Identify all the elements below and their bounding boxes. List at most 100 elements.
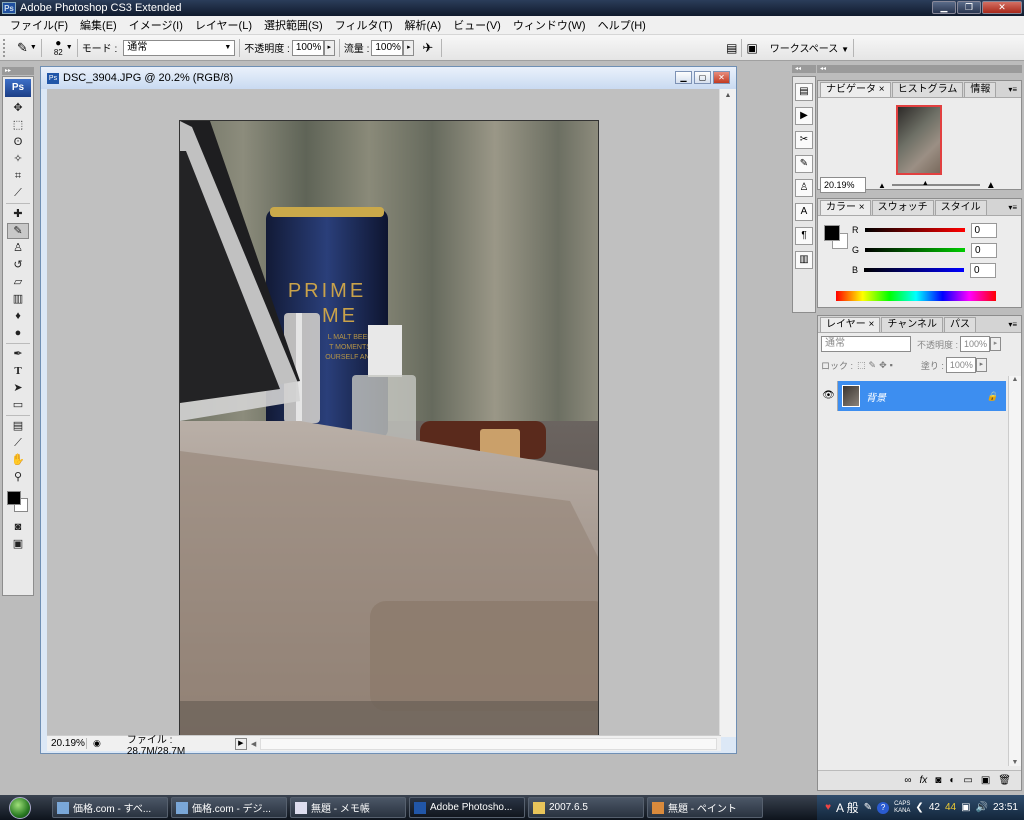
ime-indicator[interactable]: A 般 <box>836 799 859 816</box>
task-notepad[interactable]: 無題 - メモ帳 <box>290 797 406 818</box>
workspace-menu[interactable]: ワークスペース ▼ <box>770 40 849 55</box>
navigator-zoom-slider[interactable]: ▲ <box>891 180 980 187</box>
toolbox-grip[interactable]: ▸▸ <box>2 67 34 75</box>
zoom-level[interactable]: 20.19% <box>47 738 87 749</box>
document-photo[interactable]: PRIME ME L MALT BEER T MOMENTS OURSELF A… <box>179 120 599 747</box>
screen-mode-icon[interactable]: ▣ <box>7 536 29 552</box>
menu-analysis[interactable]: 解析(A) <box>399 17 448 33</box>
scroll-up-icon[interactable]: ▲ <box>1009 376 1021 383</box>
delete-layer-icon[interactable]: 🗑 <box>998 775 1011 786</box>
document-vertical-scrollbar[interactable]: ▲ <box>719 89 736 737</box>
history-brush-icon[interactable]: ↺ <box>7 257 29 273</box>
doc-maximize-button[interactable]: ▢ <box>694 71 711 84</box>
menu-layer[interactable]: レイヤー(L) <box>189 17 258 33</box>
red-slider[interactable] <box>864 228 965 232</box>
menu-help[interactable]: ヘルプ(H) <box>592 17 652 33</box>
color-ramp[interactable] <box>836 291 996 301</box>
dodge-tool-icon[interactable]: ● <box>7 325 29 341</box>
close-button[interactable]: ✕ <box>982 1 1022 14</box>
doc-minimize-button[interactable]: ▁ <box>675 71 692 84</box>
layer-comps-icon[interactable]: ▥ <box>795 251 813 269</box>
dock-grip[interactable]: ◂◂ <box>792 65 816 73</box>
tool-presets-icon[interactable]: ✂ <box>795 131 813 149</box>
tab-layers[interactable]: レイヤー × <box>820 317 881 332</box>
brush-dropdown[interactable]: ▼ <box>66 44 73 51</box>
scroll-down-icon[interactable]: ▼ <box>1009 759 1021 766</box>
blend-mode-select[interactable]: 通常 <box>821 336 911 352</box>
eyedropper-tool-icon[interactable]: ⟋ <box>7 435 29 451</box>
fill-slider[interactable]: ▸ <box>975 358 987 372</box>
status-icon[interactable]: ◉ <box>93 738 101 749</box>
task-folder[interactable]: 2007.6.5 <box>528 797 644 818</box>
blue-slider[interactable] <box>864 268 965 272</box>
link-layers-icon[interactable]: ∞ <box>904 775 911 786</box>
quick-mask-icon[interactable]: ◙ <box>7 519 29 535</box>
task-photoshop[interactable]: Adobe Photosho... <box>409 797 525 818</box>
menu-filter[interactable]: フィルタ(T) <box>329 17 399 33</box>
color-swatches[interactable] <box>5 489 31 515</box>
task-paint[interactable]: 無題 - ペイント <box>647 797 763 818</box>
tab-paths[interactable]: パス <box>944 317 977 332</box>
slider-thumb-icon[interactable]: ▲ <box>922 180 929 187</box>
airbrush-icon[interactable]: ✈ <box>422 40 433 56</box>
fill-input[interactable]: 100% <box>945 357 976 373</box>
pen-tool-icon[interactable]: ✒ <box>7 346 29 362</box>
crop-tool-icon[interactable]: ⌗ <box>7 168 29 184</box>
marquee-tool-icon[interactable]: ⬚ <box>7 117 29 133</box>
tab-swatches[interactable]: スウォッチ <box>871 200 934 215</box>
new-group-icon[interactable]: ▭ <box>963 775 972 786</box>
minimize-button[interactable]: ▁ <box>932 1 956 14</box>
volume-icon[interactable]: 🔊 <box>976 802 988 813</box>
blur-tool-icon[interactable]: ♦ <box>7 308 29 324</box>
ps-logo[interactable]: Ps <box>5 79 31 97</box>
lock-image-icon[interactable]: ✎ <box>869 360 877 371</box>
bridge-icon[interactable]: ▣ <box>746 41 757 55</box>
layer-row-background[interactable]: 👁 背景 🔒 <box>820 381 1006 411</box>
layers-scrollbar[interactable]: ▲ ▼ <box>1008 376 1021 766</box>
tab-info[interactable]: 情報 <box>964 82 997 97</box>
lock-all-icon[interactable]: ▪ <box>890 360 893 370</box>
brush-tool-icon[interactable]: ✎ <box>17 40 28 56</box>
navigator-thumbnail[interactable] <box>896 105 942 175</box>
magic-wand-tool-icon[interactable]: ✧ <box>7 151 29 167</box>
restore-button[interactable]: ❐ <box>957 1 981 14</box>
panel-menu-icon[interactable]: ▾≡ <box>1008 85 1017 94</box>
shape-tool-icon[interactable]: ▭ <box>7 397 29 413</box>
type-tool-icon[interactable]: T <box>7 363 29 379</box>
move-tool-icon[interactable]: ✥ <box>7 100 29 116</box>
zoom-out-icon[interactable]: ▲ <box>878 181 886 190</box>
menu-file[interactable]: ファイル(F) <box>4 17 74 33</box>
lock-transparent-icon[interactable]: ⬚ <box>857 360 866 371</box>
fg-color-swatch[interactable] <box>824 225 840 241</box>
character-panel-icon[interactable]: A <box>795 203 813 221</box>
ime-tools-icon[interactable]: ✎ <box>864 802 872 813</box>
layer-style-icon[interactable]: fx <box>920 775 928 786</box>
task-ie-2[interactable]: 価格.com - デジ... <box>171 797 287 818</box>
actions-panel-icon[interactable]: ▶ <box>795 107 813 125</box>
tab-color[interactable]: カラー × <box>820 200 871 215</box>
path-selection-icon[interactable]: ➤ <box>7 380 29 396</box>
scroll-up-icon[interactable]: ▲ <box>720 89 736 103</box>
lock-position-icon[interactable]: ✥ <box>879 360 887 371</box>
opacity-input[interactable]: 100% <box>291 39 324 56</box>
scroll-left-icon[interactable]: ◀ <box>251 740 256 748</box>
tab-channels[interactable]: チャンネル <box>881 317 944 332</box>
palette-well-icon[interactable]: ▤ <box>726 41 737 55</box>
tab-navigator[interactable]: ナビゲータ × <box>820 82 891 97</box>
options-grip[interactable] <box>3 38 9 57</box>
network-icon[interactable]: ▣ <box>961 802 970 813</box>
healing-brush-icon[interactable]: ✚ <box>7 206 29 222</box>
status-menu-button[interactable]: ▶ <box>234 737 247 750</box>
green-slider[interactable] <box>865 248 966 252</box>
doc-close-button[interactable]: ✕ <box>713 71 730 84</box>
menu-edit[interactable]: 編集(E) <box>74 17 123 33</box>
flow-input[interactable]: 100% <box>371 39 404 56</box>
brushes-panel-icon[interactable]: ✎ <box>795 155 813 173</box>
panels-grip[interactable]: ◂◂ <box>817 65 1022 73</box>
tray-expand-icon[interactable]: ❮ <box>915 802 923 813</box>
layer-opacity-slider[interactable]: ▸ <box>990 337 1002 351</box>
new-layer-icon[interactable]: ▣ <box>981 775 990 786</box>
menu-image[interactable]: イメージ(I) <box>123 17 189 33</box>
zoom-tool-icon[interactable]: ⚲ <box>7 469 29 485</box>
brush-tool-icon[interactable]: ✎ <box>7 223 29 239</box>
